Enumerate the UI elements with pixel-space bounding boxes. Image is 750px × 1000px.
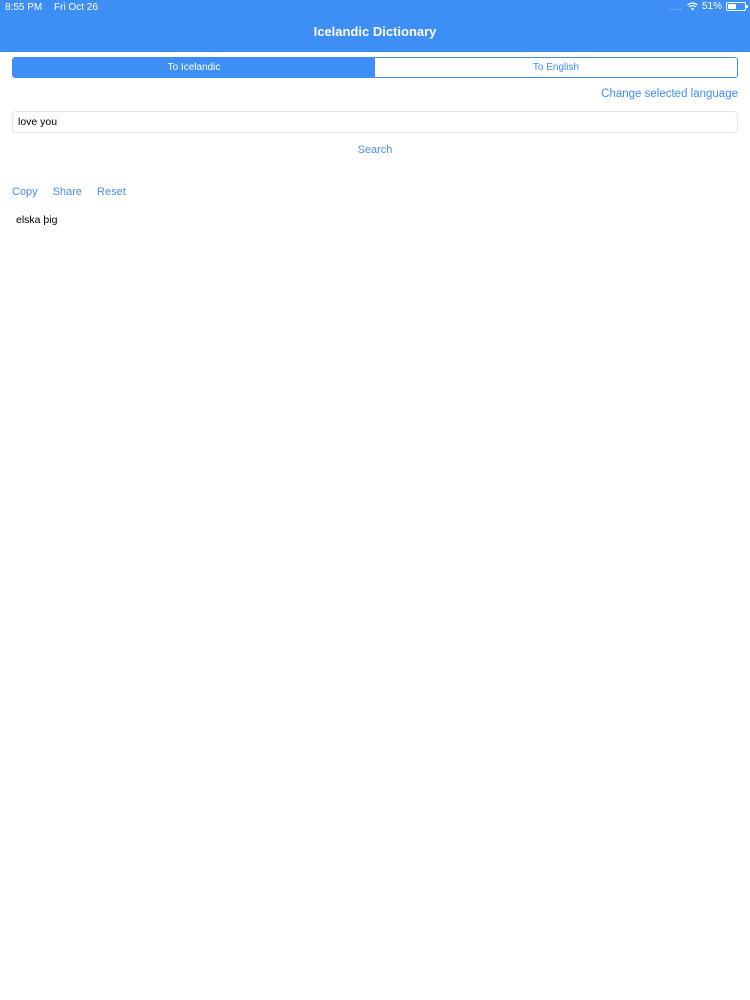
wifi-icon xyxy=(687,2,698,11)
search-button-row: Search xyxy=(0,144,750,156)
action-bar: Copy Share Reset xyxy=(12,186,126,198)
page-title: Icelandic Dictionary xyxy=(313,24,437,39)
share-button[interactable]: Share xyxy=(53,186,82,198)
segment-to-icelandic[interactable]: To Icelandic xyxy=(13,58,375,77)
signal-indicator: .... xyxy=(668,1,683,12)
status-time: 8:55 PM xyxy=(5,2,43,13)
language-direction-control: To Icelandic To English xyxy=(12,57,738,78)
battery-icon xyxy=(726,2,748,11)
change-language-link[interactable]: Change selected language xyxy=(601,88,738,100)
search-input[interactable] xyxy=(12,111,738,133)
status-right: .... 51% xyxy=(668,1,748,12)
nav-bar: 8:55 PM Fri Oct 26 .... 51% Icelandic Di… xyxy=(0,0,750,52)
status-bar: 8:55 PM Fri Oct 26 .... 51% xyxy=(0,0,750,16)
status-left: 8:55 PM Fri Oct 26 xyxy=(5,2,98,13)
copy-button[interactable]: Copy xyxy=(12,186,38,198)
battery-percent: 51% xyxy=(701,1,722,12)
search-button[interactable]: Search xyxy=(358,144,393,156)
segment-to-english[interactable]: To English xyxy=(375,58,737,77)
battery-fill xyxy=(728,4,736,9)
reset-button[interactable]: Reset xyxy=(97,186,126,198)
status-date: Fri Oct 26 xyxy=(54,2,98,13)
translation-result: elska þig xyxy=(16,214,58,226)
